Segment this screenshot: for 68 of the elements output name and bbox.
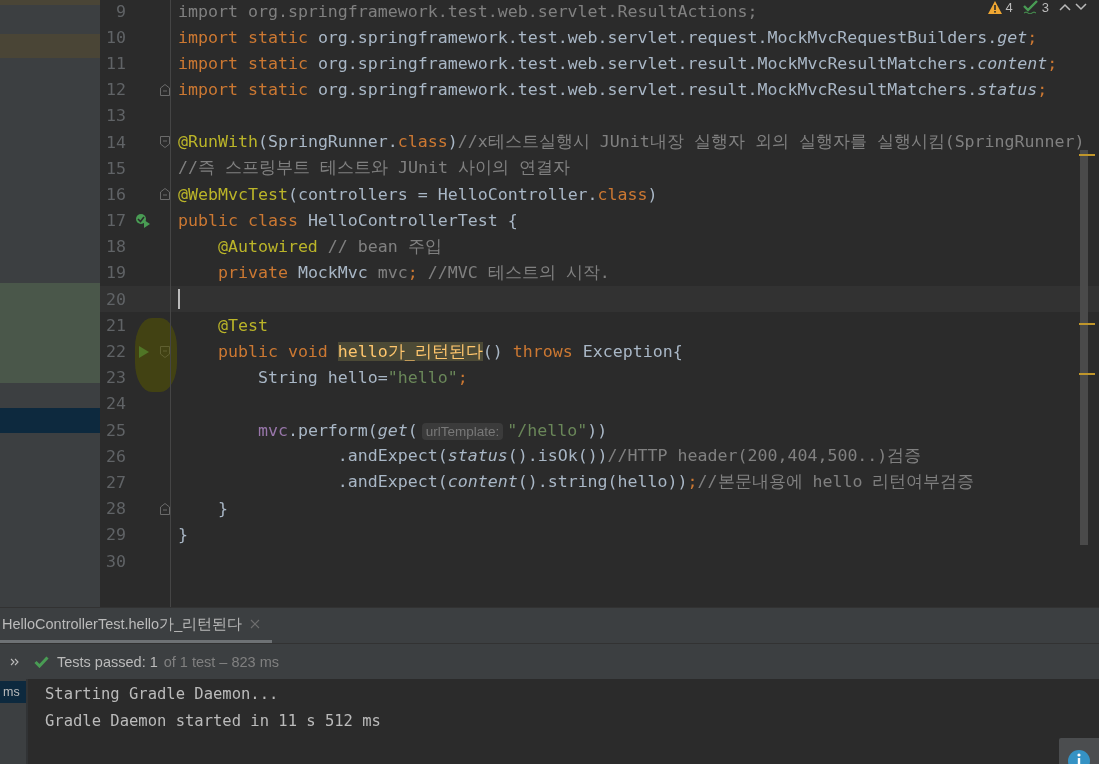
test-status: Tests passed: 1 <box>57 653 158 670</box>
check-icon[interactable] <box>1022 0 1038 14</box>
line-number: 15 <box>105 158 126 178</box>
fold-icon[interactable] <box>160 136 170 149</box>
line-number: 28 <box>105 499 126 519</box>
notification-button[interactable] <box>1059 738 1099 764</box>
fold-icon[interactable] <box>160 345 170 358</box>
line-number: 9 <box>115 1 126 21</box>
line-number: 21 <box>105 315 126 335</box>
run-icon[interactable] <box>135 212 151 229</box>
code-line: @RunWith(SpringRunner.class)//x테스트실행시 JUnit내장 실행자 외의 실행자를 실행시킴(SpringRunner) <box>178 131 1085 154</box>
code-line: String hello="hello"; <box>257 368 468 388</box>
code-line: public class HelloControllerTest { <box>178 211 518 231</box>
code-line: private MockMvc mvc; //MVC 테스트의 시작. <box>217 261 610 284</box>
line-number: 27 <box>105 472 126 492</box>
tree-item[interactable]: ms <box>0 681 26 703</box>
check-count: 3 <box>1041 0 1049 15</box>
line-number: 30 <box>105 551 126 571</box>
code-line: } <box>217 499 228 519</box>
warning-marker <box>1079 373 1095 375</box>
warning-marker <box>1079 154 1095 156</box>
line-number: 13 <box>105 106 126 126</box>
warning-count: 4 <box>1005 0 1013 15</box>
code-line: @Test <box>217 315 268 335</box>
code-line: @Autowired // bean 주입 <box>217 235 442 258</box>
text-caret <box>178 289 180 310</box>
line-number: 10 <box>105 27 126 47</box>
code-line: import static org.springframework.test.web.servlet.result.MockMvcResultMatchers.content; <box>178 53 1058 73</box>
line-number: 23 <box>105 368 126 388</box>
line-number: 19 <box>105 263 126 283</box>
chevron-up-icon[interactable] <box>1059 3 1071 11</box>
code-line: @WebMvcTest(controllers = HelloController.class) <box>178 184 658 204</box>
info-icon <box>1068 750 1090 764</box>
chevron-down-icon[interactable] <box>1075 3 1087 11</box>
code-line: import static org.springframework.test.web.servlet.request.MockMvcRequestBuilders.get; <box>178 27 1038 47</box>
line-number: 18 <box>105 237 126 257</box>
fold-icon[interactable] <box>160 502 170 515</box>
fold-icon[interactable] <box>160 188 170 201</box>
console-line: Gradle Daemon started in 11 s 512 ms <box>45 711 381 732</box>
run-icon[interactable] <box>137 345 149 358</box>
console-line: Starting Gradle Daemon... <box>45 684 280 705</box>
code-line: import static org.springframework.test.web.servlet.result.MockMvcResultMatchers.status; <box>178 80 1048 100</box>
line-number: 12 <box>105 80 126 100</box>
code-line: import org.springframework.test.web.servlet.ResultActions; <box>178 1 758 21</box>
line-number: 14 <box>105 132 126 152</box>
code-line: public void hello가_리턴된다() throws Exception{ <box>217 340 683 363</box>
code-line: .andExpect(status().isOk())//HTTP header(200,404,500..)검증 <box>337 445 922 468</box>
close-icon[interactable] <box>250 619 261 629</box>
fold-icon[interactable] <box>160 83 170 96</box>
line-number: 25 <box>105 420 126 440</box>
code-line: //즉 스프링부트 테스트와 JUnit 사이의 연결자 <box>178 157 570 180</box>
code-line: } <box>178 525 188 545</box>
line-number: 17 <box>105 211 126 231</box>
code-line: .andExpect(content().string(hello));//본문내용에 hello 리턴여부검증 <box>337 471 975 494</box>
test-detail: of 1 test – 823 ms <box>163 653 279 670</box>
line-number: 16 <box>105 184 126 204</box>
parameter-hint: urlTemplate: <box>421 422 504 440</box>
expand-icon[interactable] <box>10 657 20 666</box>
code-line: mvc.perform(get( urlTemplate: "/hello")) <box>257 420 608 440</box>
check-icon <box>34 655 49 668</box>
scrollbar[interactable] <box>1080 150 1088 545</box>
line-number: 26 <box>105 446 126 466</box>
line-number: 22 <box>105 342 126 362</box>
line-number: 24 <box>105 394 126 414</box>
line-number: 29 <box>105 525 126 545</box>
line-number: 11 <box>105 53 126 73</box>
warning-icon[interactable] <box>987 0 1002 14</box>
warning-marker <box>1079 323 1095 325</box>
